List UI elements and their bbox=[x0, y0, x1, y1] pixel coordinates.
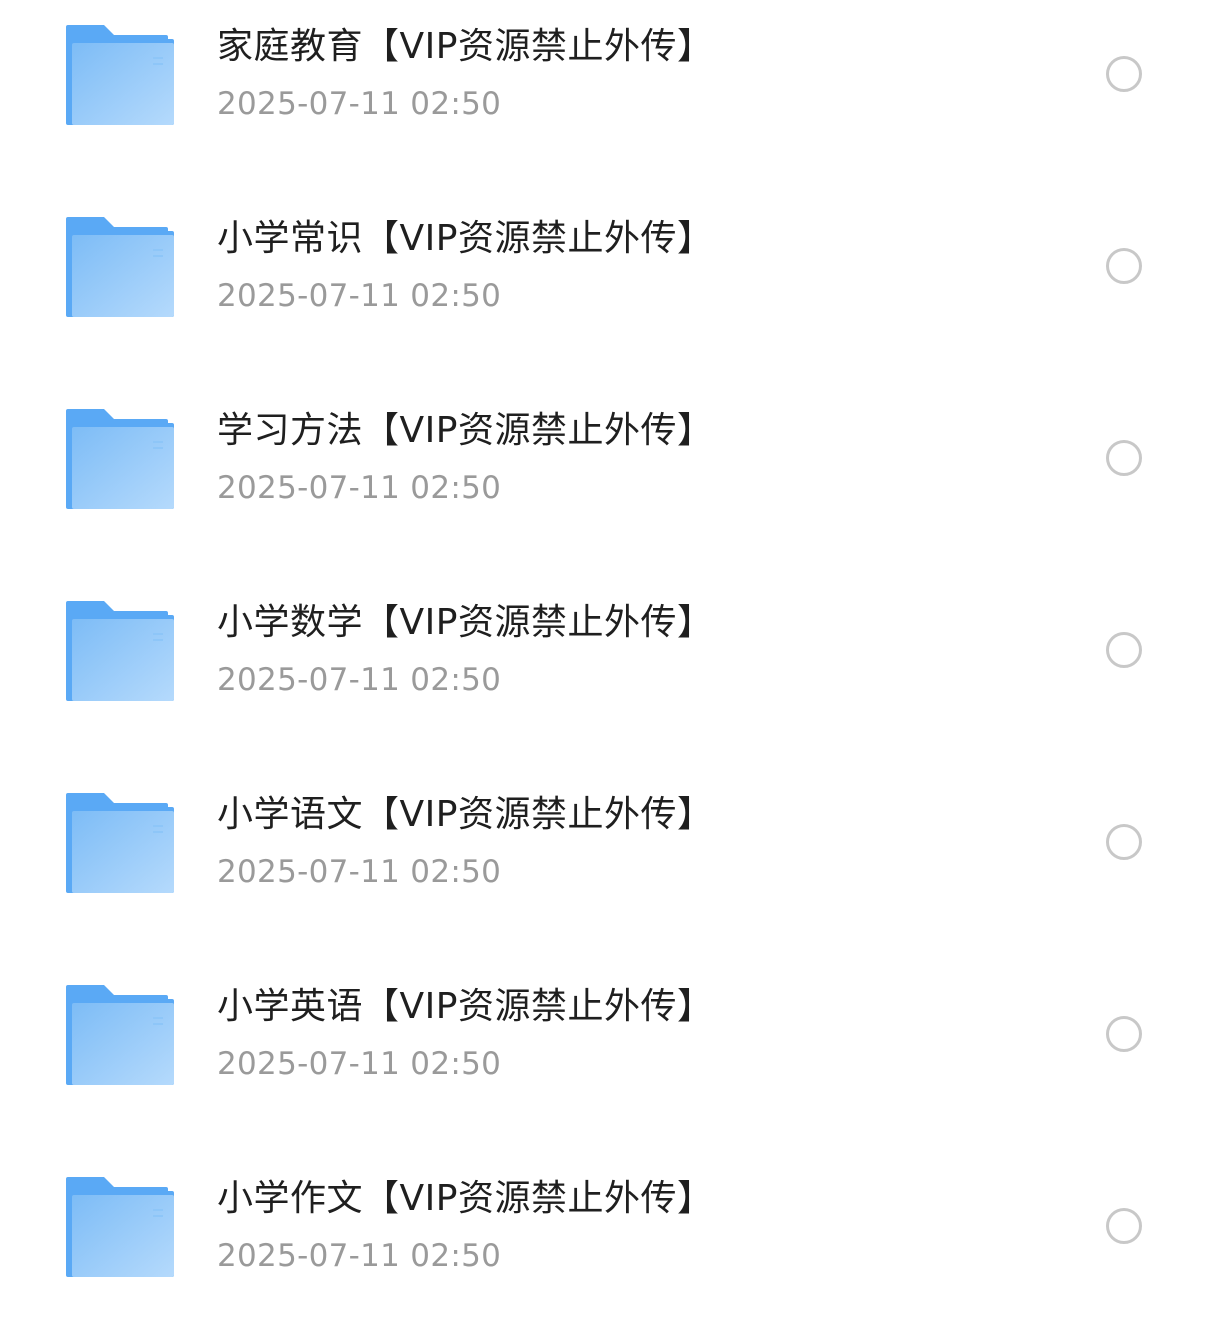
folder-icon bbox=[66, 25, 174, 125]
folder-icon bbox=[66, 985, 174, 1085]
select-radio-button[interactable] bbox=[1106, 1016, 1142, 1052]
file-row[interactable]: 小学常识【VIP资源禁止外传】 2025-07-11 02:50 bbox=[0, 192, 1220, 384]
folder-icon bbox=[66, 217, 174, 317]
file-name: 小学数学【VIP资源禁止外传】 bbox=[217, 602, 714, 643]
file-row[interactable]: 小学作文【VIP资源禁止外传】 2025-07-11 02:50 bbox=[0, 1152, 1220, 1344]
file-name: 小学作文【VIP资源禁止外传】 bbox=[217, 1178, 714, 1219]
file-name: 家庭教育【VIP资源禁止外传】 bbox=[217, 26, 714, 67]
file-row[interactable]: 小学英语【VIP资源禁止外传】 2025-07-11 02:50 bbox=[0, 960, 1220, 1152]
file-modified-time: 2025-07-11 02:50 bbox=[217, 854, 502, 890]
folder-icon bbox=[66, 601, 174, 701]
file-name: 小学语文【VIP资源禁止外传】 bbox=[217, 794, 714, 835]
file-row[interactable]: 小学语文【VIP资源禁止外传】 2025-07-11 02:50 bbox=[0, 768, 1220, 960]
select-radio-button[interactable] bbox=[1106, 56, 1142, 92]
file-modified-time: 2025-07-11 02:50 bbox=[217, 278, 502, 314]
folder-icon bbox=[66, 409, 174, 509]
file-list: 家庭教育【VIP资源禁止外传】 2025-07-11 02:50 小学常识【VI… bbox=[0, 0, 1220, 1340]
folder-icon bbox=[66, 1177, 174, 1277]
file-name: 小学常识【VIP资源禁止外传】 bbox=[217, 218, 714, 259]
file-row[interactable]: 学习方法【VIP资源禁止外传】 2025-07-11 02:50 bbox=[0, 384, 1220, 576]
folder-icon bbox=[66, 793, 174, 893]
select-radio-button[interactable] bbox=[1106, 440, 1142, 476]
select-radio-button[interactable] bbox=[1106, 632, 1142, 668]
file-row[interactable]: 小学数学【VIP资源禁止外传】 2025-07-11 02:50 bbox=[0, 576, 1220, 768]
select-radio-button[interactable] bbox=[1106, 248, 1142, 284]
file-modified-time: 2025-07-11 02:50 bbox=[217, 1238, 502, 1274]
file-modified-time: 2025-07-11 02:50 bbox=[217, 1046, 502, 1082]
select-radio-button[interactable] bbox=[1106, 1208, 1142, 1244]
file-name: 学习方法【VIP资源禁止外传】 bbox=[217, 410, 714, 451]
file-row[interactable]: 家庭教育【VIP资源禁止外传】 2025-07-11 02:50 bbox=[0, 0, 1220, 192]
file-modified-time: 2025-07-11 02:50 bbox=[217, 86, 502, 122]
select-radio-button[interactable] bbox=[1106, 824, 1142, 860]
file-name: 小学英语【VIP资源禁止外传】 bbox=[217, 986, 714, 1027]
file-modified-time: 2025-07-11 02:50 bbox=[217, 662, 502, 698]
file-modified-time: 2025-07-11 02:50 bbox=[217, 470, 502, 506]
